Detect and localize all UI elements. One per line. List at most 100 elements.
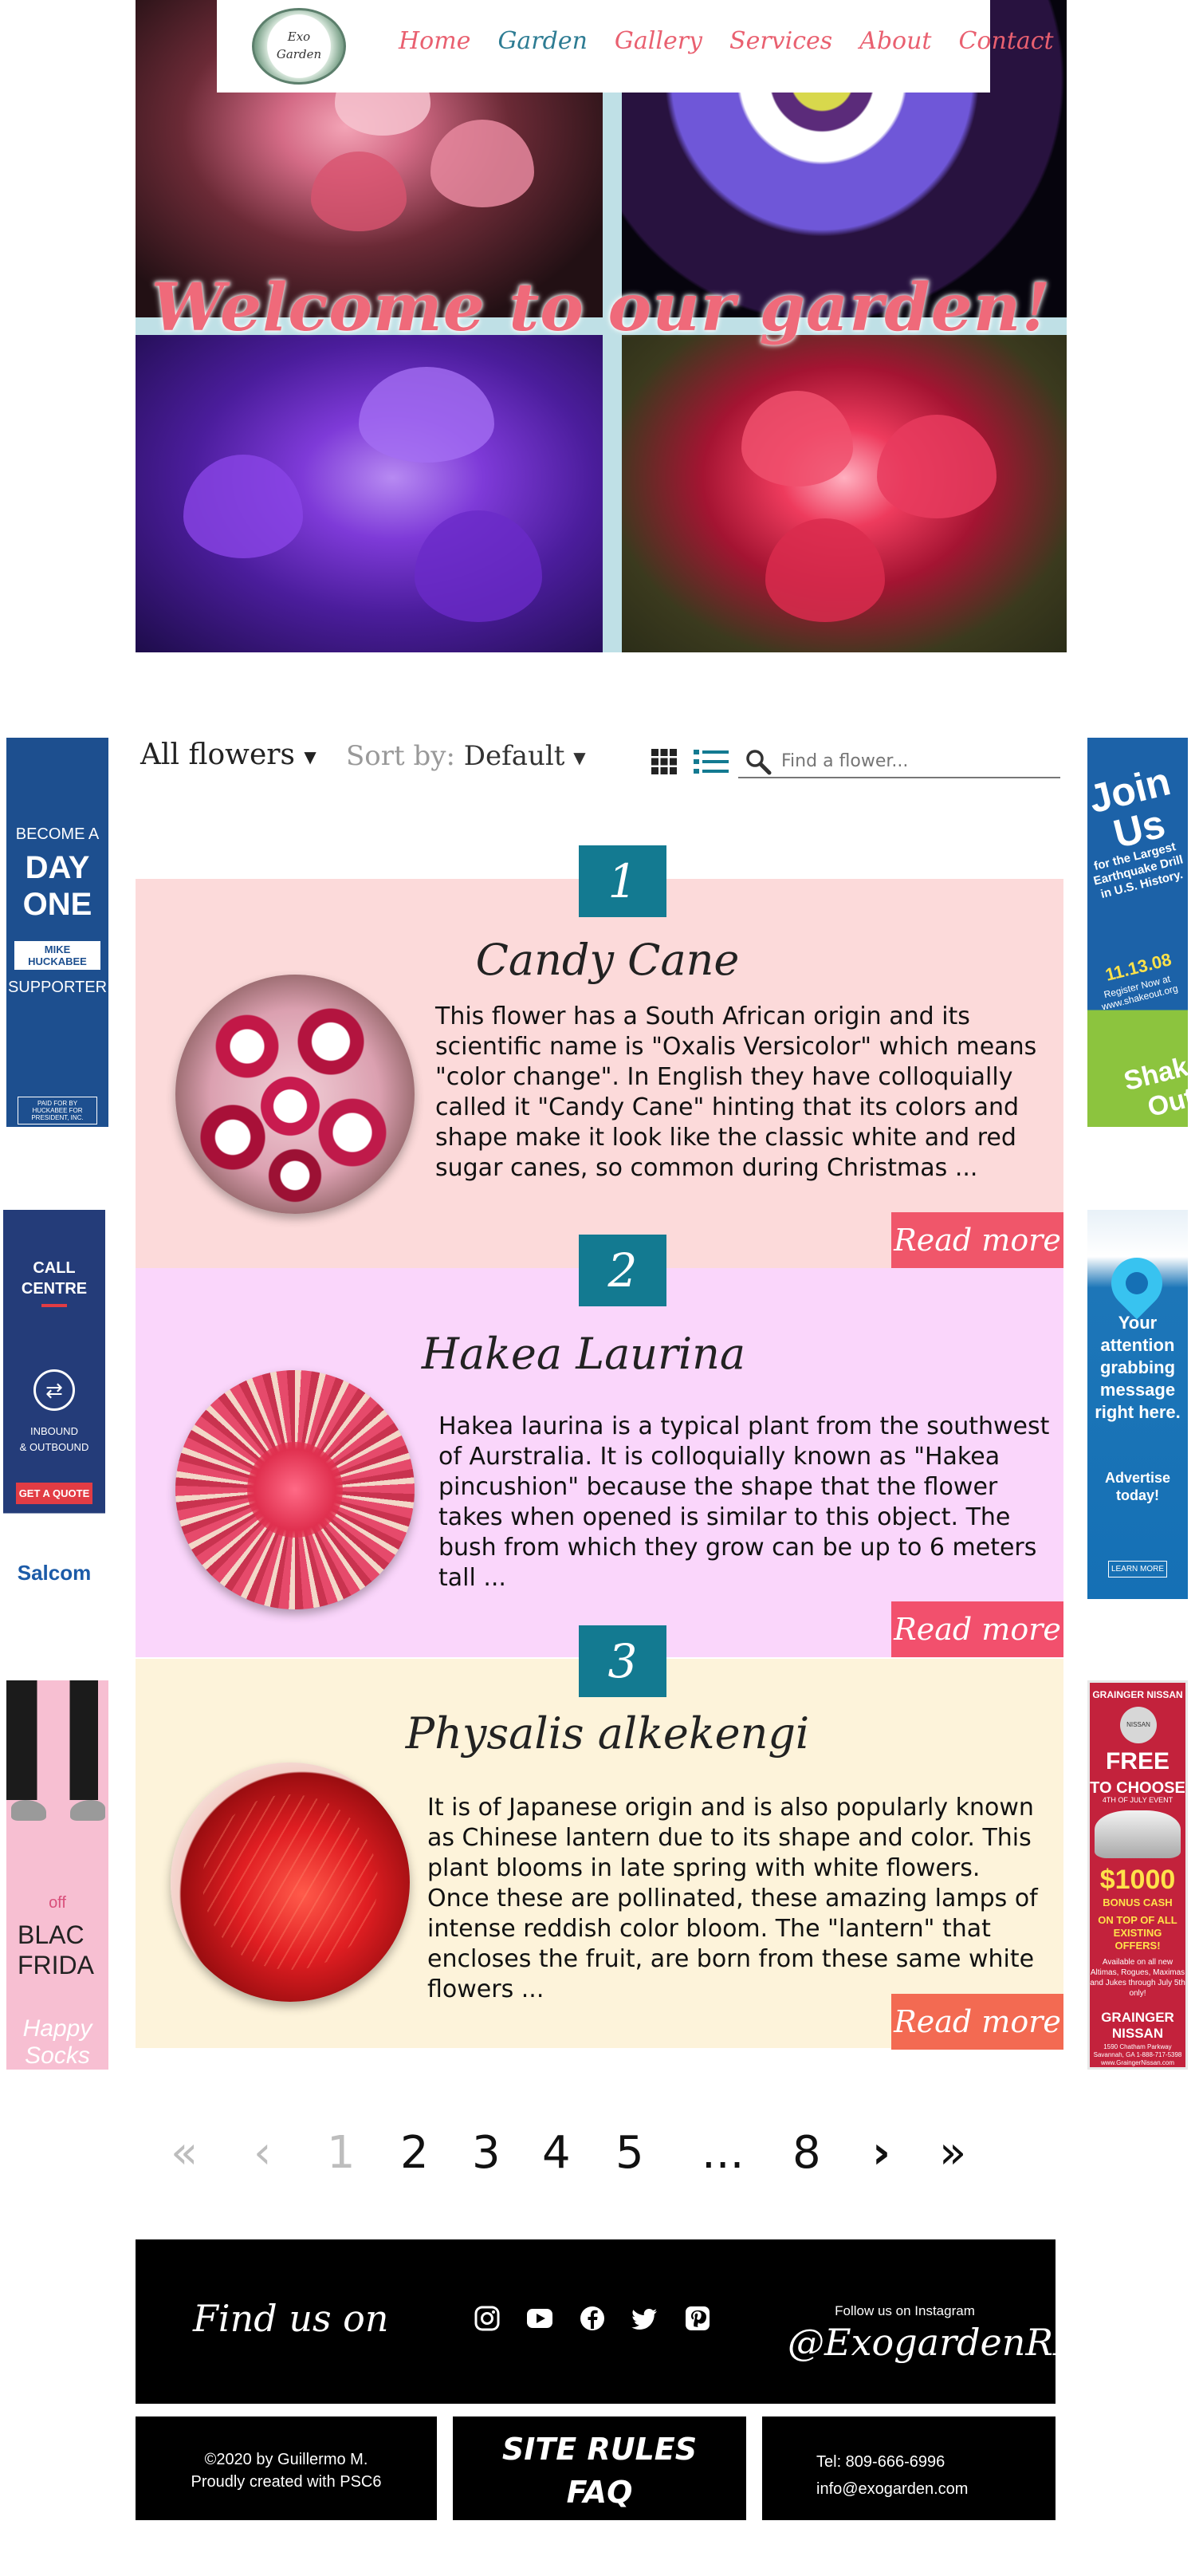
phone-icon: ⇄ — [33, 1369, 75, 1411]
ad-banner-shakeout[interactable]: Join Us for the Largest Earthquake Drill … — [1087, 738, 1188, 1127]
ad-banner-salcom[interactable]: CALL CENTRE ⇄ INBOUND & OUTBOUND GET A QUO… — [3, 1210, 105, 1599]
hero-image-purple-flowers — [136, 335, 603, 652]
nissan-logo: NISSAN — [1120, 1707, 1157, 1743]
logo-line-2: Garden — [276, 47, 322, 61]
ad-headline: CALL CENTRE — [3, 1258, 105, 1299]
ad-brand: Salcom — [17, 1561, 92, 1585]
ad-image-shoe — [11, 1800, 46, 1821]
hero-image-red-flowers — [622, 335, 1067, 652]
page-button-3[interactable]: 3 — [472, 2121, 501, 2185]
ad-headline-line: DAY — [25, 850, 90, 885]
search-icon[interactable] — [745, 748, 772, 775]
footer-links: SITE RULES FAQ — [453, 2416, 746, 2520]
contact-email[interactable]: info@exogarden.com — [816, 2476, 968, 2503]
page-button-4[interactable]: 4 — [542, 2121, 571, 2185]
ad-cta-button[interactable]: GET A QUOTE — [16, 1483, 92, 1504]
ad-text: ON TOP OF ALL EXISTING OFFERS! — [1098, 1914, 1177, 1952]
card-image-candy-cane — [175, 975, 415, 1214]
ad-text: 4TH OF JULY EVENT — [1102, 1796, 1173, 1804]
search-box — [738, 743, 1060, 778]
ad-banner-happy-socks[interactable]: off BLAC FRIDA Happy Socks — [6, 1680, 108, 2070]
ad-text: INBOUND & OUTBOUND — [3, 1424, 105, 1455]
logo-line-1: Exo — [287, 30, 311, 44]
sort-dropdown[interactable]: Sort by: Default ▼ — [346, 740, 586, 772]
pagination-ellipsis: ... — [702, 2127, 745, 2179]
facebook-icon[interactable] — [579, 2305, 606, 2332]
youtube-icon[interactable] — [526, 2305, 553, 2332]
nav-link-about[interactable]: About — [859, 27, 931, 55]
instagram-icon[interactable] — [474, 2305, 501, 2332]
ad-brand: Shake Out — [1121, 1048, 1188, 1123]
site-rules-link[interactable]: SITE RULES — [453, 2428, 746, 2471]
ad-text: BONUS CASH — [1103, 1897, 1173, 1908]
nav-link-services[interactable]: Services — [729, 27, 832, 55]
ad-dealer: GRAINGER NISSAN — [1092, 1689, 1183, 1700]
hero-title: Welcome to our garden! — [151, 270, 1052, 346]
read-more-button[interactable]: Read more — [891, 1212, 1063, 1268]
first-page-button[interactable]: « — [171, 2121, 198, 2185]
ad-headline-line: FREE — [1105, 1748, 1170, 1774]
ad-banner-placeholder[interactable]: Your attention grabbing message right he… — [1087, 1210, 1188, 1599]
list-toolbar: All flowers ▼ Sort by: Default ▼ — [136, 735, 1063, 783]
copyright-line-1: ©2020 by Guillermo M. — [204, 2451, 368, 2468]
page-button-1[interactable]: 1 — [327, 2121, 356, 2185]
ad-text: SUPPORTER — [7, 979, 108, 996]
read-more-button[interactable]: Read more — [891, 1601, 1063, 1657]
nav-link-gallery[interactable]: Gallery — [615, 27, 702, 55]
contact-phone: Tel: 809-666-6996 — [816, 2453, 945, 2471]
hero-banner: Welcome to our garden! — [136, 0, 1067, 652]
filter-dropdown[interactable]: All flowers ▼ — [140, 739, 316, 771]
ad-address: 1590 Chatham Parkway Savannah, GA 1-888-… — [1093, 2043, 1182, 2066]
grid-view-icon[interactable] — [651, 748, 678, 775]
ad-headline-line: BLAC — [18, 1920, 85, 1949]
nav-link-home[interactable]: Home — [399, 27, 470, 55]
instagram-handle[interactable]: @ExogardenRD — [788, 2321, 1083, 2364]
page-button-8[interactable]: 8 — [792, 2121, 821, 2185]
ad-text: off — [49, 1894, 66, 1912]
flower-card: Hakea Laurina Hakea laurina is a typical… — [136, 1268, 1063, 1657]
next-page-button[interactable]: › — [872, 2121, 890, 2185]
site-logo[interactable]: Exo Garden — [252, 8, 346, 85]
nav-link-contact[interactable]: Contact — [958, 27, 1053, 55]
read-more-button[interactable]: Read more — [891, 1994, 1063, 2050]
ad-headline-line: ONE — [22, 887, 92, 922]
list-view-icon[interactable] — [694, 748, 729, 775]
card-description: This flower has a South African origin a… — [435, 1002, 1037, 1182]
pinterest-icon[interactable] — [684, 2305, 711, 2332]
page-button-5[interactable]: 5 — [615, 2121, 644, 2185]
social-links — [474, 2305, 711, 2332]
card-title: Physalis alkekengi — [405, 1708, 810, 1759]
faq-link[interactable]: FAQ — [453, 2471, 746, 2514]
nav-link-garden[interactable]: Garden — [497, 27, 587, 55]
card-number-badge: 2 — [579, 1235, 666, 1306]
footer-social: Find us on Follow us on Instagram @Exoga… — [136, 2239, 1083, 2404]
sort-prefix: Sort by: — [346, 740, 455, 772]
page-button-2[interactable]: 2 — [400, 2121, 429, 2185]
prev-page-button[interactable]: ‹ — [254, 2121, 271, 2185]
ad-image-legs — [6, 1680, 108, 1800]
ad-cta-button[interactable]: LEARN MORE — [1108, 1561, 1167, 1578]
ad-text-line: INBOUND — [30, 1425, 78, 1437]
ad-text-line: & OUTBOUND — [19, 1441, 89, 1453]
card-image-hakea-laurina — [175, 1370, 415, 1609]
card-image-detail — [202, 1794, 378, 1970]
ad-amount: $1000 — [1099, 1865, 1176, 1895]
logo-text: Exo Garden — [254, 28, 344, 63]
ad-divider — [41, 1304, 67, 1307]
card-image-physalis — [171, 1763, 410, 2002]
copyright-text: ©2020 by Guillermo M. Proudly created wi… — [136, 2448, 437, 2493]
last-page-button[interactable]: » — [939, 2121, 966, 2185]
twitter-icon[interactable] — [631, 2305, 658, 2332]
ad-banner-nissan[interactable]: GRAINGER NISSAN NISSAN FREE TO CHOOSE 4TH… — [1087, 1680, 1188, 2070]
ad-text: Advertise today! — [1104, 1470, 1171, 1503]
search-input[interactable] — [781, 751, 1052, 771]
ad-banner-huckabee[interactable]: BECOME A DAY ONE MIKE HUCKABEE SUPPORTER … — [6, 738, 108, 1127]
footer-copyright: ©2020 by Guillermo M. Proudly created wi… — [136, 2416, 437, 2520]
card-description: Hakea laurina is a typical plant from th… — [438, 1412, 1050, 1592]
find-us-label: Find us on — [193, 2297, 389, 2340]
ad-text: Available on all new Altimas, Rogues, Ma… — [1090, 1958, 1185, 1998]
ad-headline: Your attention grabbing message right he… — [1095, 1313, 1181, 1422]
ad-image-car — [1095, 1810, 1181, 1858]
caret-down-icon: ▼ — [573, 748, 586, 767]
caret-down-icon: ▼ — [304, 747, 316, 766]
